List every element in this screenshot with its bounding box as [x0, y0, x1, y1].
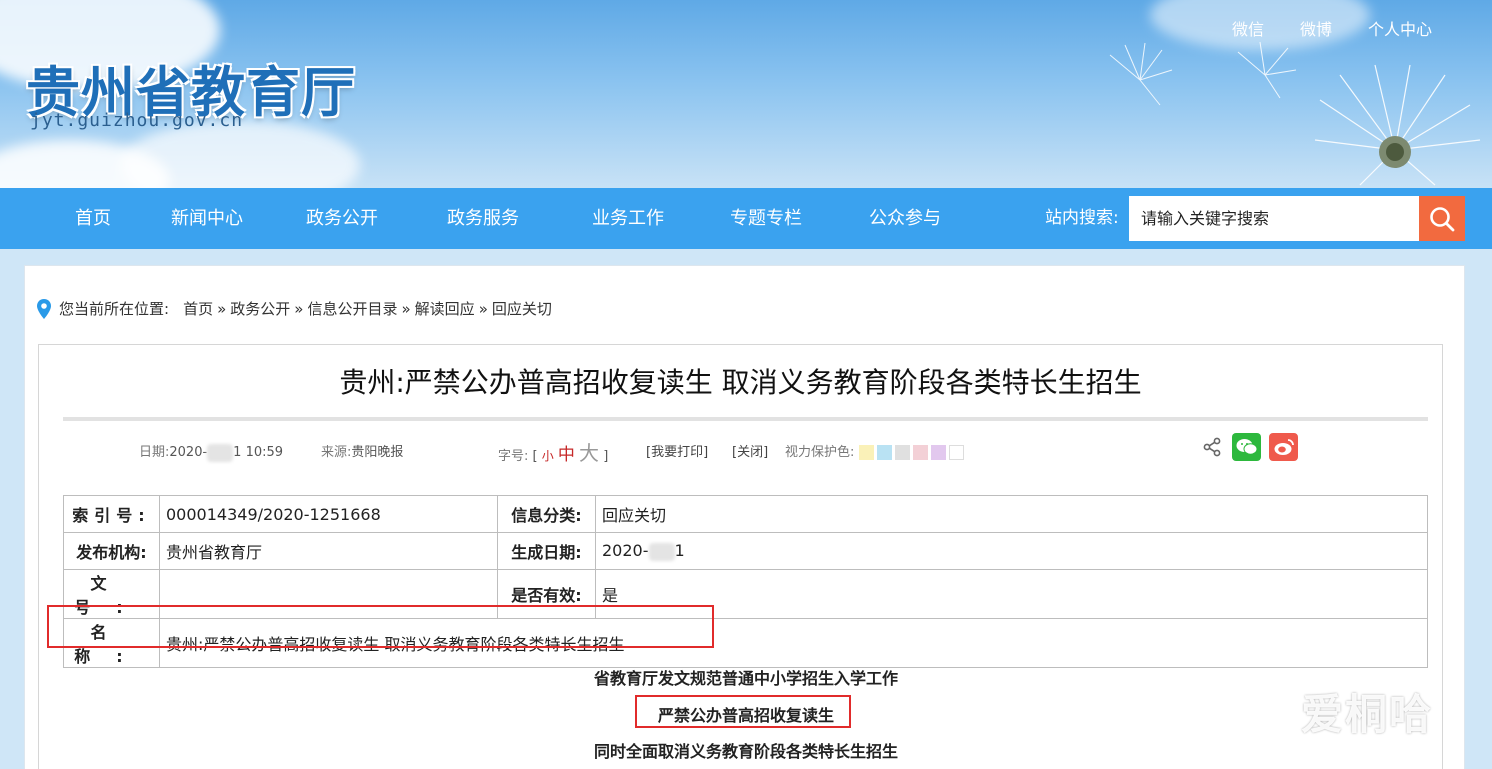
article-source: 来源:贵阳晚报 — [321, 441, 403, 460]
index-label: 索引号: — [63, 495, 160, 533]
table-row: 发布机构: 贵州省教育厅 生成日期: 2020- 1 — [63, 532, 1428, 570]
bracket: [ — [532, 449, 538, 464]
source-label: 来源: — [321, 445, 352, 460]
print-link-wrap: [我要打印] — [646, 441, 708, 460]
breadcrumb-separator: » — [294, 299, 304, 318]
swatch-gray[interactable] — [894, 445, 910, 460]
name-value: 贵州:严禁公办普高招收复读生 取消义务教育阶段各类特长生招生 — [159, 618, 1428, 668]
nav-item-topics[interactable]: 专题专栏 — [730, 188, 802, 249]
dandelion-seed-icon — [1109, 42, 1173, 106]
weibo-link[interactable]: 微博 — [1300, 16, 1332, 40]
bracket: ] — [603, 449, 609, 464]
nav-item-gov-affairs[interactable]: 政务公开 — [306, 188, 378, 249]
body-line-1: 省教育厅发文规范普通中小学招生入学工作 — [593, 669, 898, 688]
wechat-share-icon[interactable] — [1232, 433, 1261, 461]
valid-value: 是 — [595, 569, 1428, 619]
nav-item-home[interactable]: 首页 — [75, 188, 111, 249]
body-line-3: 同时全面取消义务教育阶段各类特长生招生 — [593, 742, 898, 761]
font-medium-button[interactable]: 中 — [558, 445, 575, 465]
category-value: 回应关切 — [595, 495, 1428, 533]
font-small-button[interactable]: 小 — [542, 449, 554, 463]
breadcrumb-separator: » — [401, 299, 411, 318]
breadcrumb: 您当前所在位置: 首页 » 政务公开 » 信息公开目录 » 解读回应 » 回应关… — [37, 298, 552, 319]
swatch-pink[interactable] — [912, 445, 928, 460]
gen-date-label: 生成日期: — [497, 532, 596, 570]
font-size-label: 字号: — [498, 449, 529, 464]
search-input[interactable] — [1129, 196, 1419, 241]
search-button[interactable] — [1419, 196, 1465, 241]
main-content: 您当前所在位置: 首页 » 政务公开 » 信息公开目录 » 解读回应 » 回应关… — [24, 265, 1465, 769]
nav-item-business[interactable]: 业务工作 — [592, 188, 664, 249]
site-header: 贵州省教育厅 jyt.guizhou.gov.cn 微信 微博 个人中心 — [0, 0, 1492, 188]
category-label: 信息分类: — [497, 495, 596, 533]
source-value: 贵阳晚报 — [351, 445, 404, 460]
blurred-text — [207, 443, 234, 462]
breadcrumb-home[interactable]: 首页 — [183, 298, 213, 319]
wechat-link[interactable]: 微信 — [1232, 16, 1264, 40]
breadcrumb-separator: » — [217, 299, 227, 318]
swatch-blue[interactable] — [876, 445, 892, 460]
site-url: jyt.guizhou.gov.cn — [30, 110, 244, 131]
search-icon — [1430, 206, 1455, 231]
table-row: 索引号: 000014349/2020-1251668 信息分类: 回应关切 — [63, 495, 1428, 533]
table-row: 文号: 是否有效: 是 — [63, 569, 1428, 619]
breadcrumb-info-catalog[interactable]: 信息公开目录 — [307, 298, 397, 319]
print-link[interactable]: [我要打印] — [646, 445, 708, 460]
breadcrumb-interpretation[interactable]: 解读回应 — [415, 298, 475, 319]
breadcrumb-label: 您当前所在位置: — [59, 300, 170, 318]
font-size-controls: 字号: [ 小 中 大 ] — [498, 437, 608, 466]
publisher-value: 贵州省教育厅 — [159, 532, 498, 570]
close-link-wrap: [关闭] — [732, 441, 768, 460]
date-suffix: 1 10:59 — [233, 445, 284, 460]
watermark: 爱桐哈 — [1301, 690, 1434, 739]
close-link[interactable]: [关闭] — [732, 445, 768, 460]
info-table: 索引号: 000014349/2020-1251668 信息分类: 回应关切 发… — [63, 495, 1428, 668]
title-divider — [63, 417, 1428, 421]
index-value: 000014349/2020-1251668 — [159, 495, 498, 533]
name-label: 名称: — [63, 618, 160, 668]
breadcrumb-response[interactable]: 回应关切 — [492, 298, 552, 319]
share-bar — [1200, 433, 1298, 461]
nav-item-gov-services[interactable]: 政务服务 — [447, 188, 519, 249]
swatch-yellow[interactable] — [858, 445, 874, 460]
breadcrumb-gov-affairs[interactable]: 政务公开 — [230, 298, 290, 319]
swatch-white[interactable] — [948, 445, 964, 460]
article-date: 日期:2020- 1 10:59 — [139, 441, 283, 462]
dandelion-seed-icon — [1237, 41, 1297, 99]
gen-date-value: 2020- 1 — [595, 532, 1428, 570]
location-pin-icon — [37, 298, 51, 319]
weibo-share-icon[interactable] — [1269, 433, 1298, 461]
top-links: 微信 微博 个人中心 — [1232, 16, 1432, 40]
dandelion-icon — [1314, 64, 1481, 186]
eye-protection-label: 视力保护色: — [785, 445, 855, 460]
nav-item-public[interactable]: 公众参与 — [869, 188, 941, 249]
publisher-label: 发布机构: — [63, 532, 160, 570]
date-label: 日期: — [139, 445, 170, 460]
user-center-link[interactable]: 个人中心 — [1368, 16, 1432, 40]
date-prefix: 2020- — [169, 445, 208, 460]
doc-no-label: 文号: — [63, 569, 160, 619]
search-label: 站内搜索: — [1045, 208, 1119, 228]
body-line-2: 严禁公办普高招收复读生 — [657, 706, 834, 725]
eye-protection-wrap: 视力保护色: — [785, 441, 967, 460]
breadcrumb-separator: » — [478, 299, 488, 318]
doc-no-value — [159, 569, 498, 619]
blurred-text — [648, 542, 675, 561]
valid-label: 是否有效: — [497, 569, 596, 619]
swatch-purple[interactable] — [930, 445, 946, 460]
share-icon[interactable] — [1200, 435, 1224, 459]
article-title: 贵州:严禁公办普高招收复读生 取消义务教育阶段各类特长生招生 — [339, 366, 1142, 399]
table-row: 名称: 贵州:严禁公办普高招收复读生 取消义务教育阶段各类特长生招生 — [63, 618, 1428, 668]
font-large-button[interactable]: 大 — [579, 441, 599, 465]
nav-item-news[interactable]: 新闻中心 — [171, 188, 243, 249]
